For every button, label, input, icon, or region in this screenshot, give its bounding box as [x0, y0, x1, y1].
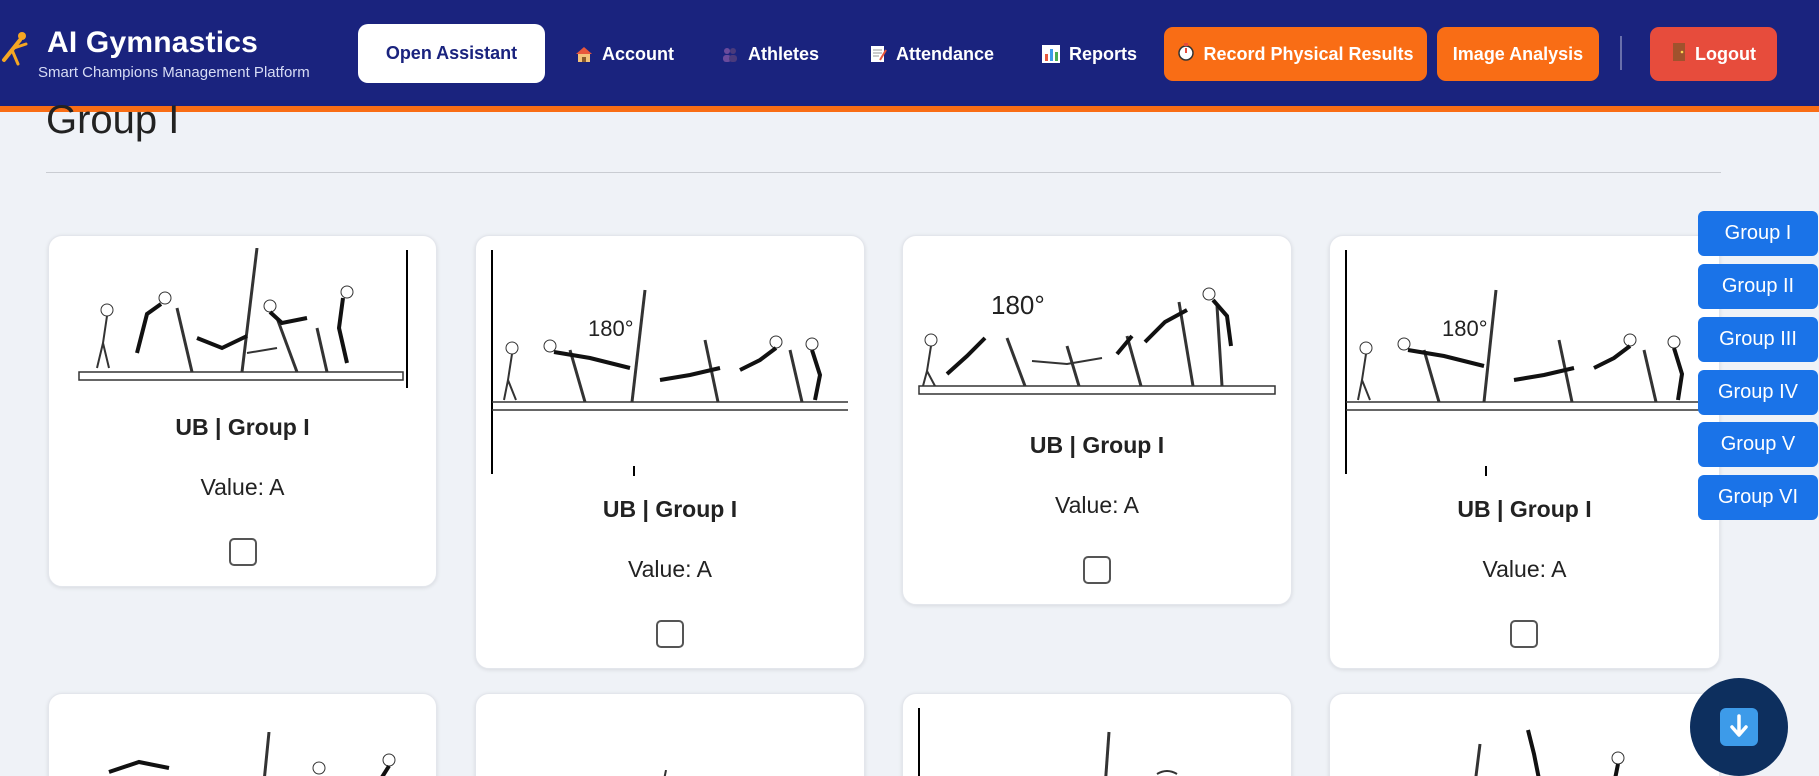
- group-ii-button[interactable]: Group II: [1698, 264, 1818, 309]
- image-analysis-button[interactable]: Image Analysis: [1437, 27, 1599, 81]
- skill-illustration: [663, 770, 667, 776]
- nav-reports[interactable]: Reports: [1041, 40, 1137, 68]
- card-checkbox[interactable]: [656, 620, 684, 648]
- nav-athletes-label: Athletes: [748, 43, 820, 64]
- group-vi-button[interactable]: Group VI: [1698, 475, 1818, 520]
- brand-title: AI Gymnastics: [47, 26, 259, 59]
- gymnast-icon: [0, 30, 32, 66]
- logout-button[interactable]: Logout: [1650, 27, 1777, 81]
- scroll-down-button[interactable]: [1690, 678, 1788, 776]
- group-iv-button[interactable]: Group IV: [1698, 370, 1818, 415]
- people-icon: [720, 44, 740, 64]
- stopwatch-icon: [1177, 42, 1195, 67]
- nav-attendance-label: Attendance: [896, 43, 995, 64]
- nav-account[interactable]: Account: [574, 40, 674, 68]
- skill-card[interactable]: UB | Group I Value: A: [48, 235, 437, 587]
- memo-icon: [868, 44, 888, 64]
- skill-card[interactable]: [902, 693, 1292, 776]
- skill-illustration: 180°: [1345, 250, 1706, 476]
- card-value: Value: A: [1055, 492, 1139, 518]
- nav-attendance[interactable]: Attendance: [868, 40, 994, 68]
- skill-card[interactable]: [48, 693, 437, 776]
- card-value: Value: A: [200, 474, 285, 500]
- card-title: UB | Group I: [1457, 496, 1592, 522]
- card-title: UB | Group I: [602, 496, 738, 522]
- skill-illustration: [1474, 729, 1625, 776]
- card-checkbox[interactable]: [1083, 556, 1111, 584]
- door-icon: [1671, 42, 1687, 67]
- record-physical-results-button[interactable]: Record Physical Results: [1164, 27, 1427, 81]
- down-arrow-icon: [1720, 708, 1758, 746]
- nav-reports-label: Reports: [1069, 43, 1138, 64]
- card-value: Value: A: [1482, 556, 1567, 582]
- card-checkbox[interactable]: [229, 538, 257, 566]
- angle-label: 180°: [588, 316, 634, 341]
- card-value: Value: A: [628, 556, 712, 582]
- house-icon: [574, 44, 594, 64]
- group-i-button[interactable]: Group I: [1698, 211, 1818, 256]
- brand-subtitle: Smart Champions Management Platform: [38, 64, 310, 81]
- skill-card[interactable]: [1329, 693, 1720, 776]
- group-iii-button[interactable]: Group III: [1698, 317, 1818, 362]
- skill-illustration: [918, 708, 1178, 776]
- page-title: Group I: [46, 98, 180, 142]
- logout-label: Logout: [1695, 43, 1756, 64]
- brand[interactable]: AI Gymnastics Smart Champions Management…: [0, 24, 340, 84]
- heading-divider: [46, 172, 1721, 173]
- skill-illustration: 180°: [918, 287, 1276, 395]
- card-title: UB | Group I: [1029, 432, 1165, 458]
- group-v-button[interactable]: Group V: [1698, 422, 1818, 467]
- top-navbar: AI Gymnastics Smart Champions Management…: [0, 0, 1819, 112]
- skill-illustration: [78, 248, 408, 388]
- header-divider: [1620, 36, 1622, 70]
- skill-card[interactable]: 180° UB | Group I Value: A: [475, 235, 865, 669]
- skill-card[interactable]: [475, 693, 865, 776]
- skill-illustration: [108, 732, 396, 776]
- nav-account-label: Account: [602, 43, 674, 64]
- bar-chart-icon: [1041, 44, 1061, 64]
- skill-card[interactable]: 180° UB | Group I Value: A: [1329, 235, 1720, 669]
- skill-illustration: 180°: [491, 250, 848, 476]
- card-checkbox[interactable]: [1510, 620, 1538, 648]
- skill-card[interactable]: 180° UB | Group I Value: A: [902, 235, 1292, 605]
- angle-label: 180°: [991, 290, 1045, 320]
- open-assistant-button[interactable]: Open Assistant: [358, 24, 545, 83]
- angle-label: 180°: [1442, 316, 1488, 341]
- record-physical-results-label: Record Physical Results: [1203, 43, 1414, 64]
- card-title: UB | Group I: [175, 414, 310, 440]
- nav-athletes[interactable]: Athletes: [720, 40, 819, 68]
